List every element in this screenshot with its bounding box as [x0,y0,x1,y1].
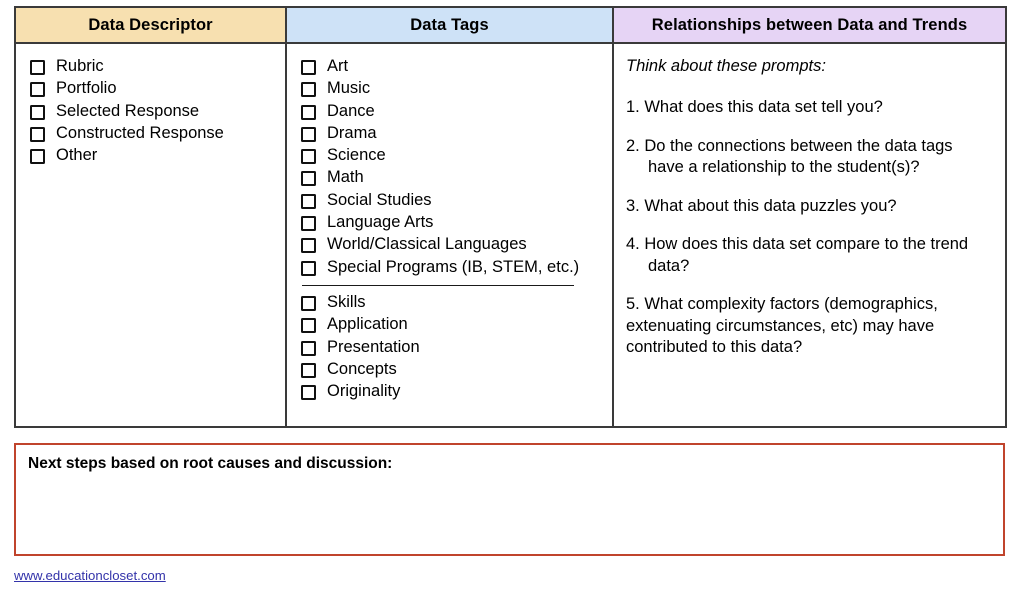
checkbox-label: Social Studies [327,190,432,209]
checkbox-icon[interactable] [301,82,316,98]
checkbox-label: Selected Response [56,101,200,120]
list-item[interactable]: Special Programs (IB, STEM, etc.) [301,257,602,278]
prompt-item: 3. What about this data puzzles you? [626,196,897,215]
checkbox-icon[interactable] [301,295,316,311]
cell-data-descriptor: Rubric Portfolio Selected Response Const… [14,42,287,428]
checkbox-label: Language Arts [327,213,434,232]
checkbox-icon[interactable] [301,362,316,378]
column-header-label: Data Tags [410,15,489,34]
next-steps-input[interactable] [16,473,1003,543]
checkbox-icon[interactable] [301,385,316,401]
list-item[interactable]: Music [301,78,602,99]
checkbox-label: World/Classical Languages [327,235,527,254]
list-item[interactable]: World/Classical Languages [301,234,602,255]
prompt-item: 2. Do the connections between the data t… [626,136,953,177]
next-steps-box: Next steps based on root causes and disc… [14,443,1005,556]
cell-relationships: Think about these prompts: 1. What does … [612,42,1007,428]
checkbox-label: Music [327,79,371,98]
checkbox-icon[interactable] [301,104,316,120]
list-item[interactable]: Selected Response [30,101,275,122]
checkbox-icon[interactable] [30,104,45,120]
table-header-row: Data Descriptor Data Tags Relationships … [14,6,1007,44]
prompt-item: 4. How does this data set compare to the… [626,235,969,275]
checkbox-icon[interactable] [301,60,316,75]
list-item[interactable]: Originality [301,381,602,402]
list-item[interactable]: Art [301,56,602,77]
descriptor-checkbox-list: Rubric Portfolio Selected Response Const… [30,56,275,166]
list-item[interactable]: Science [301,145,602,166]
checkbox-label: Skills [327,292,366,311]
checkbox-icon[interactable] [30,149,45,165]
checkbox-label: Math [327,168,364,187]
list-item[interactable]: Math [301,167,602,188]
checkbox-label: Application [327,315,408,334]
checkbox-icon[interactable] [301,318,316,334]
list-item[interactable]: Concepts [301,359,602,380]
checkbox-label: Drama [327,123,377,142]
checkbox-icon[interactable] [30,82,45,98]
checkbox-icon[interactable] [301,260,316,276]
prompts-list: 1. What does this data set tell you? 2. … [626,97,991,359]
list-item[interactable]: Other [30,145,275,166]
checkbox-icon[interactable] [301,193,316,209]
list-item[interactable]: Dance [301,101,602,122]
checkbox-label: Rubric [56,57,104,75]
checkbox-label: Concepts [327,359,397,378]
tags-group-divider [302,284,574,286]
checkbox-icon[interactable] [301,216,316,232]
checkbox-icon[interactable] [30,126,45,142]
list-item[interactable]: Skills [301,292,602,313]
checkbox-label: Presentation [327,337,420,356]
prompt-item: 1. What does this data set tell you? [626,98,883,116]
checkbox-label: Special Programs (IB, STEM, etc.) [327,257,580,276]
footer-website-link[interactable]: www.educationcloset.com [14,568,166,583]
checkbox-label: Constructed Response [56,123,224,142]
prompts-intro-text: Think about these prompts: [626,57,826,75]
data-analysis-table: Data Descriptor Data Tags Relationships … [14,6,1007,428]
cell-data-tags: Art Music Dance Drama Science Math Socia… [285,42,614,428]
list-item[interactable]: Drama [301,123,602,144]
checkbox-label: Portfolio [56,79,117,98]
prompt-item: 5. What complexity factors (demographics… [626,295,938,356]
list-item[interactable]: Application [301,314,602,335]
list-item[interactable]: Rubric [30,56,275,77]
checkbox-label: Originality [327,382,401,401]
checkbox-icon[interactable] [301,238,316,254]
list-item[interactable]: Language Arts [301,212,602,233]
checkbox-icon[interactable] [301,126,316,142]
checkbox-icon[interactable] [301,171,316,187]
table-body-row: Rubric Portfolio Selected Response Const… [14,42,1007,428]
list-item[interactable]: Presentation [301,337,602,358]
checkbox-label: Dance [327,101,375,120]
next-steps-title: Next steps based on root causes and disc… [28,455,393,472]
checkbox-label: Art [327,57,349,75]
list-item[interactable]: Social Studies [301,190,602,211]
column-header-data-tags: Data Tags [285,6,614,44]
list-item[interactable]: Portfolio [30,78,275,99]
column-header-relationships: Relationships between Data and Trends [612,6,1007,44]
checkbox-icon[interactable] [301,340,316,356]
column-header-label: Relationships between Data and Trends [651,15,968,34]
column-header-data-descriptor: Data Descriptor [14,6,287,44]
checkbox-label: Science [327,146,386,165]
checkbox-label: Other [56,146,98,165]
tags-skills-checkbox-list: Skills Application Presentation Concepts… [301,292,602,402]
list-item[interactable]: Constructed Response [30,123,275,144]
checkbox-icon[interactable] [30,60,45,75]
column-header-label: Data Descriptor [88,15,213,34]
checkbox-icon[interactable] [301,149,316,165]
tags-subject-checkbox-list: Art Music Dance Drama Science Math Socia… [301,56,602,278]
